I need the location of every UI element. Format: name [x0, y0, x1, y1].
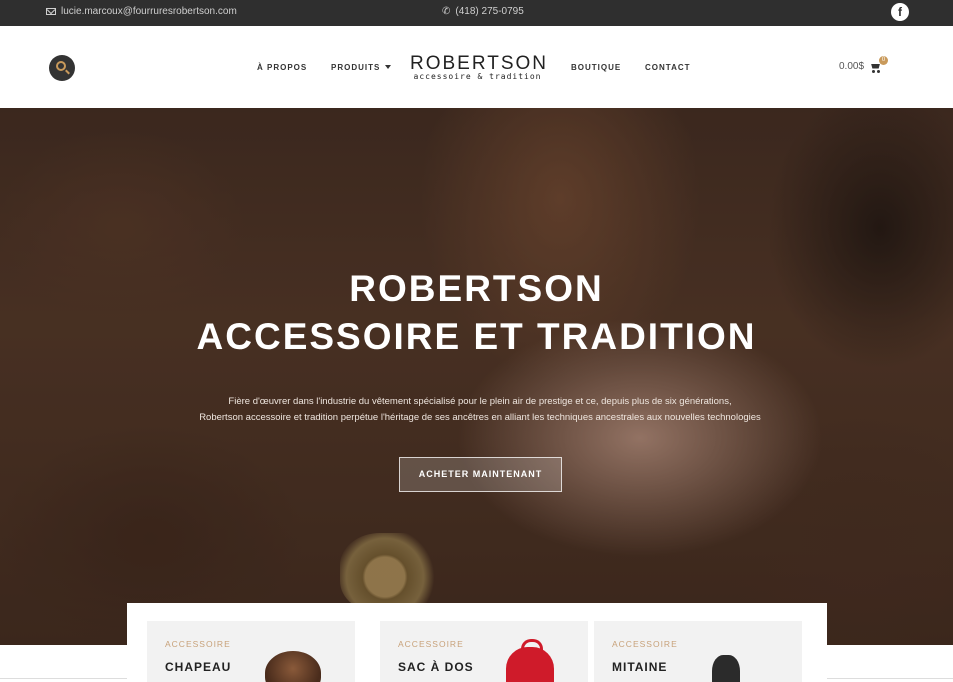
phone-text[interactable]: (418) 275-0795 — [455, 6, 523, 17]
backpack-image — [506, 639, 554, 682]
category-card-chapeau[interactable]: ACCESSOIRE CHAPEAU — [147, 621, 355, 682]
card-title: SAC À DOS — [398, 660, 474, 674]
hero-banner: ROBERTSON ACCESSOIRE ET TRADITION Fière … — [0, 108, 953, 645]
hero-title-line2: ACCESSOIRE ET TRADITION — [196, 316, 757, 357]
hero-description-line2: Robertson accessoire et tradition perpét… — [199, 412, 761, 423]
nav-produits-label: PRODUITS — [331, 63, 381, 72]
search-button[interactable] — [49, 55, 75, 81]
card-title: CHAPEAU — [165, 660, 232, 674]
contact-email[interactable]: lucie.marcoux@fourruresrobertson.com — [46, 6, 237, 17]
category-cards: ACCESSOIRE CHAPEAU ACCESSOIRE SAC À DOS … — [127, 603, 827, 682]
search-icon-handle — [65, 69, 70, 75]
cart-total: 0.00$ — [839, 61, 865, 72]
logo-name: ROBERTSON — [410, 53, 549, 74]
phone-icon: ✆ — [442, 5, 451, 17]
mail-icon — [46, 8, 56, 15]
nav-apropos[interactable]: À PROPOS — [257, 63, 307, 72]
mitten-image — [712, 655, 740, 682]
hero-description-line1: Fière d'œuvrer dans l'industrie du vêtem… — [228, 396, 732, 407]
category-card-sac-a-dos[interactable]: ACCESSOIRE SAC À DOS — [380, 621, 588, 682]
category-card-mitaine[interactable]: ACCESSOIRE MITAINE — [594, 621, 802, 682]
hero-description: Fière d'œuvrer dans l'industrie du vêtem… — [170, 394, 790, 426]
card-category: ACCESSOIRE — [612, 639, 678, 649]
chevron-down-icon — [385, 65, 392, 69]
top-bar: lucie.marcoux@fourruresrobertson.com ✆ (… — [0, 0, 953, 26]
card-category: ACCESSOIRE — [165, 639, 231, 649]
hero-overlay — [0, 108, 953, 645]
fur-hat-image — [265, 651, 321, 682]
email-text[interactable]: lucie.marcoux@fourruresrobertson.com — [61, 6, 237, 17]
card-category: ACCESSOIRE — [398, 639, 464, 649]
facebook-icon[interactable]: f — [891, 3, 909, 21]
site-logo[interactable]: ROBERTSON accessoire & tradition — [410, 53, 549, 81]
card-title: MITAINE — [612, 660, 668, 674]
nav-contact[interactable]: CONTACT — [645, 63, 691, 72]
contact-phone[interactable]: ✆ (418) 275-0795 — [442, 6, 524, 17]
cart-count-badge: 0 — [879, 56, 888, 65]
cart-button[interactable]: 0.00$ — [839, 61, 881, 73]
site-header: À PROPOS PRODUITS ROBERTSON accessoire &… — [0, 26, 953, 108]
logo-tagline: accessoire & tradition — [413, 72, 542, 81]
nav-produits[interactable]: PRODUITS — [331, 63, 392, 72]
buy-now-button[interactable]: ACHETER MAINTENANT — [399, 457, 562, 492]
hero-title-line1: ROBERTSON — [349, 268, 604, 309]
nav-boutique[interactable]: BOUTIQUE — [571, 63, 621, 72]
